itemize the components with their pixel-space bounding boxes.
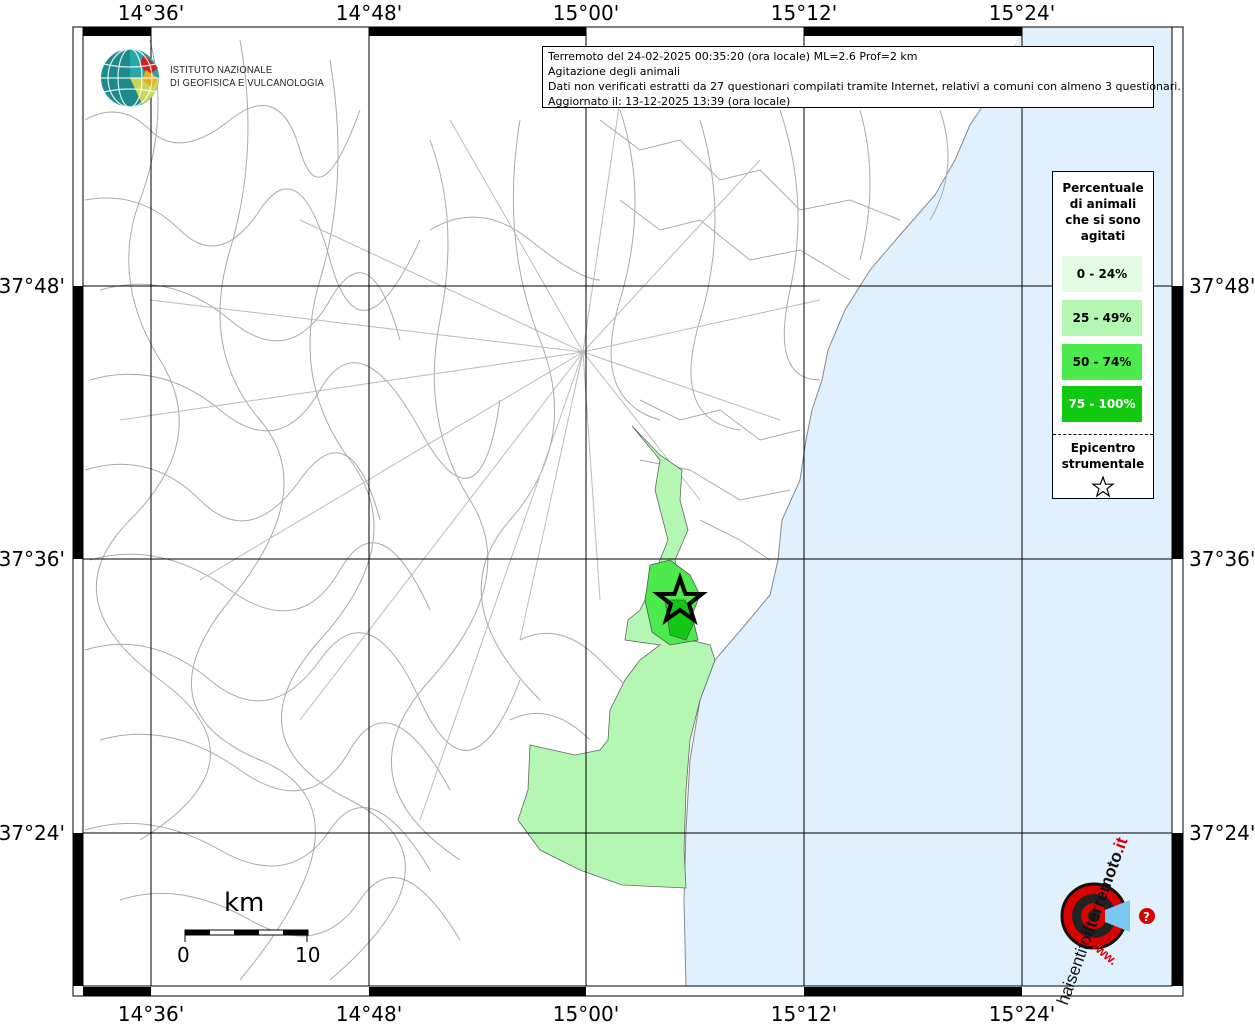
lat-label-right: 37°36' bbox=[1189, 547, 1255, 571]
ingv-globe-icon bbox=[101, 48, 159, 108]
info-line: Agitazione degli animali bbox=[548, 65, 681, 78]
lat-label-right: 37°48' bbox=[1189, 274, 1255, 298]
legend-class-0-24: 0 - 24% bbox=[1062, 256, 1142, 292]
lon-label-top: 15°00' bbox=[552, 1, 620, 25]
legend-class-50-74: 50 - 74% bbox=[1062, 344, 1142, 380]
legend-separator bbox=[1053, 434, 1153, 435]
star-icon bbox=[1091, 475, 1115, 498]
lon-label-top: 14°48' bbox=[335, 1, 403, 25]
legend-title-line: agitati bbox=[1080, 229, 1126, 243]
legend-title-line: che si sono bbox=[1065, 213, 1141, 227]
legend-epicenter-line: strumentale bbox=[1061, 457, 1145, 471]
lat-label-right: 37°24' bbox=[1189, 821, 1255, 845]
legend-title-line: di animali bbox=[1069, 197, 1137, 211]
lat-label-left: 37°36' bbox=[0, 547, 65, 571]
info-line: Terremoto del 24-02-2025 00:35:20 (ora l… bbox=[548, 50, 918, 63]
lon-label-top: 15°24' bbox=[988, 1, 1056, 25]
map[interactable]: ? bbox=[0, 0, 1255, 1024]
scale-bar bbox=[184, 929, 309, 942]
legend-epicenter-label: Epicentro strumentale bbox=[1053, 440, 1153, 472]
lon-label-bottom: 14°48' bbox=[335, 1002, 403, 1026]
legend-title: Percentuale di animali che si sono agita… bbox=[1053, 180, 1153, 244]
municipality-25-49[interactable] bbox=[517, 425, 716, 889]
lon-label-top: 14°36' bbox=[117, 1, 185, 25]
lon-label-bottom: 15°12' bbox=[770, 1002, 838, 1026]
legend: Percentuale di animali che si sono agita… bbox=[1052, 171, 1154, 499]
institute-line2: DI GEOFISICA E VULCANOLOGIA bbox=[170, 77, 324, 89]
lon-label-bottom: 14°36' bbox=[117, 1002, 185, 1026]
institute-name: ISTITUTO NAZIONALE DI GEOFISICA E VULCAN… bbox=[170, 64, 324, 90]
legend-class-25-49: 25 - 49% bbox=[1062, 300, 1142, 336]
lon-label-bottom: 15°24' bbox=[988, 1002, 1056, 1026]
legend-class-75-100: 75 - 100% bbox=[1062, 386, 1142, 422]
info-line: Aggiornato il: 13-12-2025 13:39 (ora loc… bbox=[548, 95, 791, 108]
lon-label-bottom: 15°00' bbox=[552, 1002, 620, 1026]
scale-max-label: 10 bbox=[295, 943, 321, 967]
legend-title-line: Percentuale bbox=[1062, 181, 1144, 195]
scale-unit-label: km bbox=[224, 888, 265, 918]
legend-epicenter-line: Epicentro bbox=[1070, 441, 1136, 455]
scale-min-label: 0 bbox=[177, 943, 190, 967]
lat-label-left: 37°48' bbox=[0, 274, 65, 298]
lon-label-top: 15°12' bbox=[770, 1, 838, 25]
info-box: Terremoto del 24-02-2025 00:35:20 (ora l… bbox=[542, 46, 1181, 108]
institute-line1: ISTITUTO NAZIONALE bbox=[170, 64, 273, 76]
svg-text:?: ? bbox=[1143, 910, 1150, 924]
info-line: Dati non verificati estratti da 27 quest… bbox=[548, 80, 1181, 93]
lat-label-left: 37°24' bbox=[0, 821, 65, 845]
